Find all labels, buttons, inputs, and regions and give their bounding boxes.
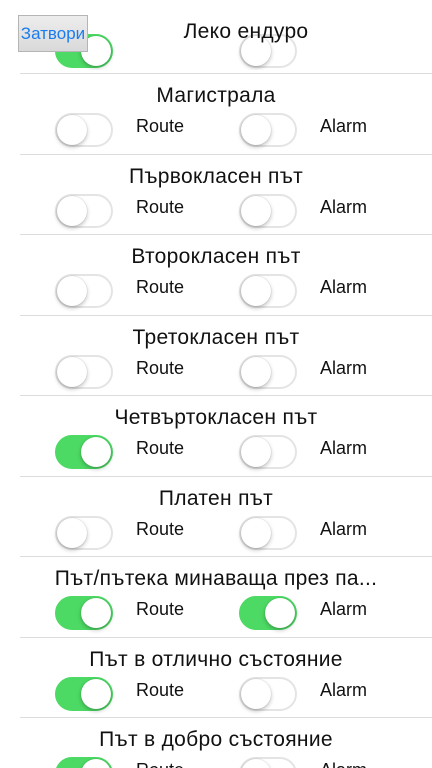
alarm-label: Alarm — [320, 438, 368, 458]
route-toggle[interactable] — [55, 596, 113, 630]
route-label: Route — [136, 196, 185, 217]
route-toggle[interactable] — [55, 676, 113, 711]
header: Затвори Леко ендуро — [0, 0, 432, 70]
toggle-knob — [57, 195, 87, 226]
alarm-toggle[interactable] — [239, 354, 297, 389]
toggle-knob — [241, 276, 271, 306]
road-type-title: Платен път — [158, 486, 274, 510]
alarm-toggle[interactable] — [239, 193, 297, 228]
route-label: Route — [136, 357, 185, 378]
toggle-knob — [241, 759, 271, 768]
toggle-knob — [265, 598, 295, 628]
list-item: Магистрала Route Alarm — [0, 74, 432, 155]
list-item: Платен път Route Alarm — [0, 477, 432, 557]
alarm-toggle[interactable] — [239, 435, 297, 469]
divider — [20, 73, 432, 74]
road-type-title: Път в добро състояние — [99, 728, 333, 751]
alarm-toggle[interactable] — [239, 113, 297, 147]
road-type-title: Първокласен път — [128, 164, 304, 188]
settings-screen: Магистрала Route Alarm Първокласен път R… — [0, 0, 432, 768]
toggle-knob — [81, 759, 111, 768]
road-type-title: Второкласен път — [131, 245, 301, 268]
toggle-knob — [81, 437, 111, 467]
route-label: Route — [136, 438, 185, 458]
toggle-knob — [81, 678, 111, 709]
road-type-title: Път/пътека минаваща през па... — [54, 567, 378, 590]
toggle-knob — [241, 115, 271, 145]
alarm-label: Alarm — [320, 599, 368, 619]
route-toggle[interactable] — [55, 515, 113, 550]
route-toggle[interactable] — [55, 193, 113, 228]
toggle-knob — [57, 517, 87, 548]
alarm-label: Alarm — [320, 518, 368, 539]
toggle-knob — [241, 678, 271, 709]
road-type-list: Магистрала Route Alarm Първокласен път R… — [0, 74, 432, 768]
list-item: Първокласен път Route Alarm — [0, 155, 432, 235]
route-label: Route — [136, 277, 185, 297]
toggle-knob — [57, 115, 87, 145]
route-toggle[interactable] — [55, 274, 113, 308]
alarm-label: Alarm — [320, 116, 368, 136]
alarm-toggle[interactable] — [239, 274, 297, 308]
road-type-title: Магистрала — [156, 84, 276, 107]
alarm-label: Alarm — [320, 196, 368, 217]
route-label: Route — [136, 518, 185, 539]
list-item: Второкласен път Route Alarm — [0, 235, 432, 316]
toggle-knob — [241, 195, 271, 226]
close-button[interactable]: Затвори — [18, 15, 88, 52]
toggle-knob — [241, 356, 271, 387]
page-title: Леко ендуро — [183, 20, 309, 43]
route-label: Route — [136, 599, 185, 619]
toggle-knob — [81, 598, 111, 628]
alarm-label: Alarm — [320, 277, 368, 297]
road-type-title: Третокласен път — [132, 325, 300, 349]
list-item: Четвъртокласен път Route Alarm — [0, 396, 432, 477]
route-toggle[interactable] — [55, 435, 113, 469]
toggle-knob — [241, 517, 271, 548]
road-type-title: Четвъртокласен път — [114, 406, 318, 429]
list-item: Път/пътека минаваща през па... Route Ala… — [0, 557, 432, 638]
toggle-knob — [241, 437, 271, 467]
alarm-label: Alarm — [320, 357, 368, 378]
road-type-title: Път в отлично състояние — [89, 647, 343, 671]
alarm-label: Alarm — [320, 760, 367, 768]
route-toggle[interactable] — [55, 113, 113, 147]
route-label: Route — [136, 679, 185, 700]
route-label: Route — [136, 116, 185, 136]
list-item: Път в отлично състояние Route Alarm — [0, 638, 432, 718]
list-item: Третокласен път Route Alarm — [0, 316, 432, 396]
route-toggle[interactable] — [55, 354, 113, 389]
alarm-toggle[interactable] — [239, 515, 297, 550]
list-item: Път в добро състояние Route Alarm — [0, 718, 432, 768]
route-toggle[interactable] — [55, 757, 113, 768]
alarm-toggle[interactable] — [239, 676, 297, 711]
route-label: Route — [136, 760, 184, 768]
alarm-toggle[interactable] — [239, 757, 297, 768]
alarm-toggle[interactable] — [239, 596, 297, 630]
toggle-knob — [57, 276, 87, 306]
alarm-label: Alarm — [320, 679, 368, 700]
toggle-knob — [57, 356, 87, 387]
